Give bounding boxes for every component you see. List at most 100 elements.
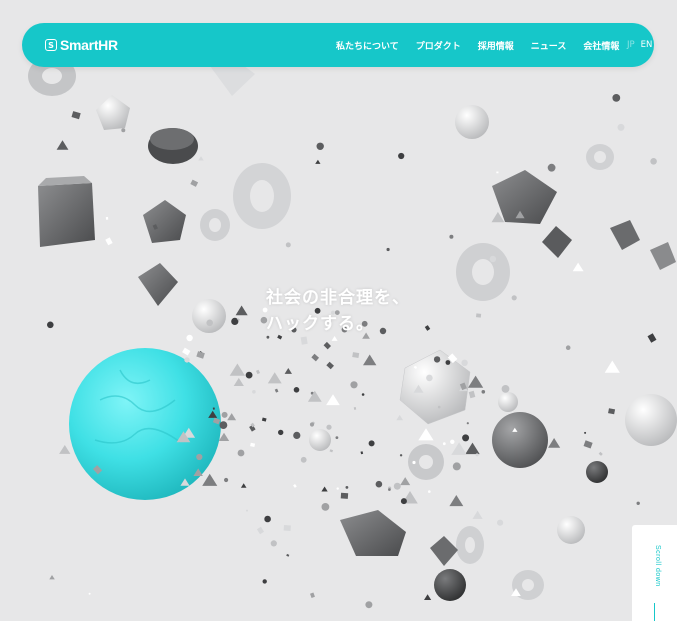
white-torus-2 [456,243,510,301]
debris-piece [293,431,301,439]
nav-item-company[interactable]: 会社情報 [583,39,619,52]
debris-piece [583,440,593,449]
debris-piece [647,333,657,343]
debris-piece [345,486,349,489]
debris-piece [315,159,321,164]
debris-piece [462,434,470,442]
gray-pyramid-2 [542,226,572,258]
debris-piece [584,431,587,434]
debris-piece [445,360,451,365]
debris-piece [497,519,504,526]
lang-jp-link[interactable]: JP [627,40,635,50]
debris-piece [451,442,467,455]
debris-piece [617,123,625,131]
debris-piece [314,393,317,397]
nav-item-about[interactable]: 私たちについて [336,39,399,52]
debris-piece [399,454,403,457]
white-sphere-5 [498,392,518,412]
debris-piece [105,237,113,246]
dark-cylinder [148,128,198,164]
debris-piece [240,483,247,488]
debris-piece [424,325,431,331]
debris-piece [49,575,55,580]
debris-piece [261,417,267,422]
debris-piece [309,422,315,427]
debris-piece [246,509,248,512]
debris-piece [650,158,657,165]
white-torus [233,163,291,229]
debris-piece [548,438,561,448]
debris-piece [284,368,292,374]
gray-stone-sphere [492,412,548,468]
debris-piece [316,142,324,150]
debris-piece [368,440,375,447]
lang-en-link[interactable]: EN [641,40,653,50]
white-sphere-4 [557,516,585,544]
debris-piece [598,451,603,456]
scroll-down-button[interactable]: Scroll down [632,525,677,621]
debris-piece [221,411,228,418]
debris-piece [636,501,640,505]
debris-piece [468,375,484,388]
gray-cube [38,176,95,247]
debris-piece [350,381,358,389]
debris-piece [465,442,480,455]
nav-item-recruit[interactable]: 採用情報 [478,39,514,52]
debris-piece [424,594,432,600]
scroll-indicator-line [654,603,655,621]
debris-piece [396,414,404,421]
debris-piece [326,394,340,406]
debris-piece [481,390,486,394]
nav-item-product[interactable]: プロダクト [416,39,461,52]
debris-piece [186,334,193,342]
debris-piece [227,413,237,421]
debris-piece [340,492,349,499]
debris-piece [375,480,383,488]
debris-piece [278,429,284,436]
debris-piece [286,553,290,557]
debris-piece [398,152,405,160]
debris-piece [229,363,245,376]
debris-piece [352,352,360,359]
debris-piece [71,111,81,120]
debris-piece [442,442,446,446]
debris-piece [285,242,291,248]
debris-piece [604,360,620,373]
debris-piece [121,128,126,133]
dark-cube-2 [492,170,557,224]
hero-tagline-line-2: ハックする。 [266,314,374,334]
debris-piece [202,473,218,486]
debris-piece [326,424,332,430]
smarthr-logo-icon: S [45,39,57,51]
debris-piece [547,163,556,172]
debris-piece [386,247,390,252]
torus-small-2 [200,209,230,241]
debris-piece [572,262,584,272]
debris-piece [323,341,332,350]
debris-piece [190,179,199,187]
dark-cube-3 [143,200,186,243]
smarthr-logo[interactable]: S SmartHR [45,37,118,53]
debris-piece [476,313,482,318]
debris-piece [206,319,213,327]
debris-piece [321,503,330,511]
debris-piece [393,482,401,490]
debris-piece [452,462,461,471]
debris-piece [252,390,256,394]
debris-piece [326,361,334,370]
debris-piece [360,451,364,455]
scroll-down-label: Scroll down [654,545,661,587]
nav-item-news[interactable]: ニュース [531,39,567,52]
torus-small-4 [456,526,484,564]
gray-pyramid [138,263,178,306]
dark-sphere-2 [586,461,608,483]
debris-piece [426,374,433,382]
gray-cube-right [610,220,676,270]
debris-piece [270,540,277,547]
debris-piece [418,428,434,441]
debris-piece [608,408,616,415]
debris-piece [612,94,621,102]
torus-small [586,144,614,170]
debris-piece [283,525,291,531]
debris-piece [237,449,245,457]
